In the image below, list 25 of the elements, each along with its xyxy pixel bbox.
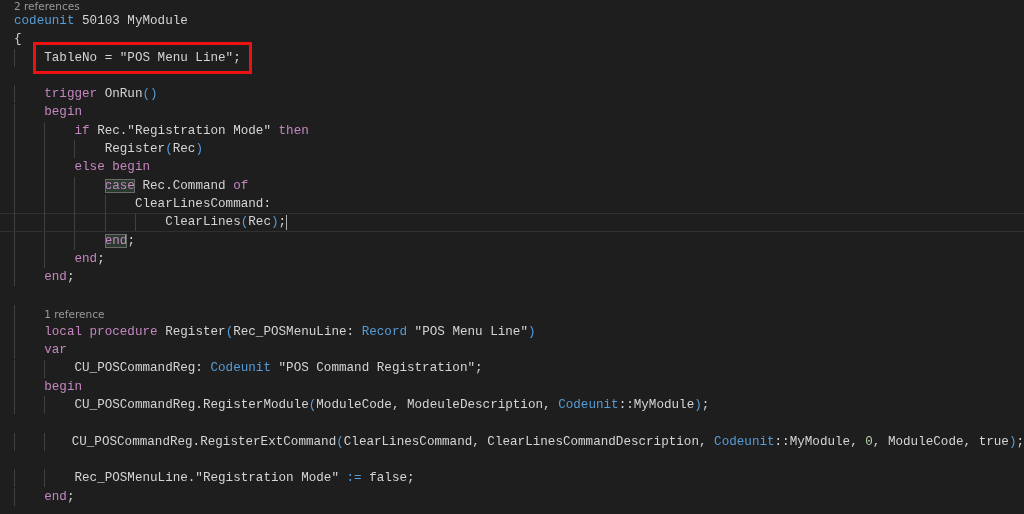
code-line: trigger OnRun() [44,86,158,104]
code-line: TableNo = "POS Menu Line"; [44,50,241,65]
code-line: end; [44,269,75,287]
code-line: end; [104,232,135,250]
code-line: end; [44,488,75,506]
code-line: CU_POSCommandReg.RegisterModule(ModuleCode, ModeuleDescription, Codeunit::MyModule); [74,397,710,415]
code-line: { [14,31,22,49]
code-line: case Rec.Command of [104,177,249,195]
code-line: codeunit 50103 MyModule [14,13,188,30]
code-line: CU_POSCommandReg.RegisterExtCommand(ClearLinesCommand, ClearLinesCommandDescription, Codeunit::MyModule, 0, ModuleCode, true); [71,433,1024,451]
code-line: if Rec."Registration Mode" then [74,122,309,140]
code-line: local procedure Register(Rec_POSMenuLine: Record "POS Menu Line") [44,323,536,341]
text-cursor [286,214,288,230]
code-lens-link[interactable]: 1 reference [44,304,105,323]
code-line: ClearLinesCommand: [134,195,271,213]
code-line: Rec_POSMenuLine."Registration Mode" := false; [74,470,415,488]
code-line: begin [44,378,82,396]
code-line: var [44,342,67,360]
code-lens-link[interactable]: 2 references [14,0,80,12]
code-line: ClearLines(Rec); [165,214,287,232]
code-line: else begin [74,159,151,177]
code-line: begin [44,104,82,122]
code-line: Register(Rec) [104,141,203,159]
code-line: CU_POSCommandReg: Codeunit "POS Command Registration"; [74,360,483,378]
code-line: end; [74,250,105,268]
